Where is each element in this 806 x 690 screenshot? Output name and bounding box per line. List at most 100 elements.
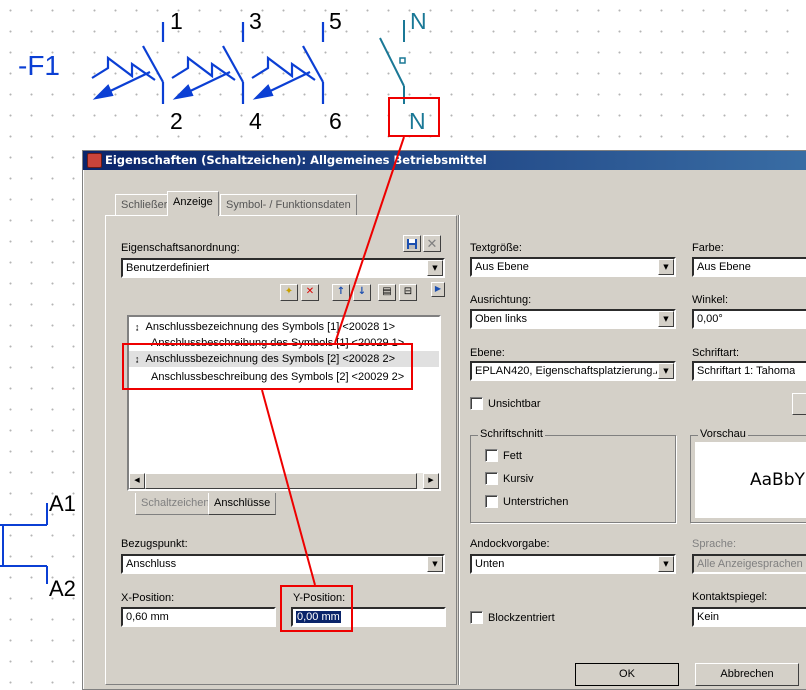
italic-label: Kursiv	[503, 473, 534, 485]
chevron-down-icon[interactable]: ▼	[658, 556, 674, 572]
chevron-down-icon[interactable]: ▼	[427, 556, 443, 572]
horizontal-scrollbar[interactable]: ◀ ▶	[129, 473, 439, 489]
chevron-down-icon[interactable]: ▼	[658, 311, 674, 327]
delete-entry-button[interactable]: ✕	[301, 284, 319, 301]
terminal-label-5: 5	[329, 8, 342, 34]
color-select[interactable]: Aus Ebene	[692, 257, 806, 277]
coil-symbol	[0, 503, 48, 584]
breaker-pole-3	[251, 22, 325, 104]
terminal-label-6: 6	[329, 108, 342, 134]
italic-checkbox[interactable]	[485, 472, 498, 485]
subtab-anschluesse[interactable]: Anschlüsse	[208, 493, 277, 515]
new-icon: ✦	[284, 286, 294, 297]
arrangement-label: Eigenschaftsanordnung:	[121, 242, 240, 254]
textsize-label: Textgröße:	[470, 242, 522, 254]
chevron-down-icon[interactable]: ▼	[658, 259, 674, 275]
triangle-right-icon: ▶	[434, 284, 442, 293]
list-item[interactable]: Anschlussbeschreibung des Symbols [1] <2…	[151, 337, 404, 349]
group-button[interactable]: ▤	[378, 284, 396, 301]
refpoint-label: Bezugspunkt:	[121, 538, 188, 550]
xpos-input[interactable]: 0,60 mm	[121, 607, 276, 627]
preview-group-title: Vorschau	[698, 428, 748, 440]
blockcenter-checkbox[interactable]	[470, 611, 483, 624]
new-entry-button[interactable]: ✦	[280, 284, 298, 301]
invisible-checkbox[interactable]	[470, 397, 483, 410]
scroll-left-button[interactable]: ◀	[129, 473, 145, 489]
tab-anzeige[interactable]: Anzeige	[167, 191, 219, 216]
bold-checkbox[interactable]	[485, 449, 498, 462]
subtab-schaltzeichen[interactable]: Schaltzeichen	[135, 493, 216, 515]
dock-label: Andockvorgabe:	[470, 538, 550, 550]
underline-checkbox[interactable]	[485, 495, 498, 508]
neutral-label-bottom[interactable]: N	[409, 110, 426, 133]
layer-label: Ebene:	[470, 347, 505, 359]
tab-schliesser[interactable]: Schließer	[115, 194, 174, 216]
mirror-select[interactable]: Kein	[692, 607, 806, 627]
expand-button[interactable]: ▶	[431, 282, 445, 297]
scroll-thumb[interactable]	[145, 473, 417, 489]
list-item[interactable]: ↨ Anschlussbezeichnung des Symbols [1] <2…	[135, 321, 395, 333]
textsize-select[interactable]: Aus Ebene ▼	[470, 257, 676, 277]
fontstyle-group-title: Schriftschnitt	[478, 428, 545, 440]
blockcenter-label: Blockzentriert	[488, 612, 555, 624]
angle-select[interactable]: 0,00°	[692, 309, 806, 329]
terminal-label-2: 2	[170, 108, 183, 134]
dock-select[interactable]: Unten ▼	[470, 554, 676, 574]
breaker-pole-1	[91, 22, 165, 104]
refpoint-select[interactable]: Anschluss ▼	[121, 554, 445, 574]
close-icon: ✕	[426, 236, 438, 251]
alignment-label: Ausrichtung:	[470, 294, 532, 306]
properties-dialog: Eigenschaften (Schaltzeichen): Allgemein…	[82, 150, 806, 690]
list-item-selected[interactable]: ↨ Anschlussbezeichnung des Symbols [2] <2…	[129, 351, 439, 367]
preview-box: AaBbY	[695, 442, 806, 518]
property-list[interactable]: ↨ Anschlussbezeichnung des Symbols [1] <2…	[127, 315, 441, 491]
terminal-label-3: 3	[249, 8, 262, 34]
move-down-button[interactable]: ↓	[353, 284, 371, 301]
arrangement-select[interactable]: Benutzerdefiniert ▼	[121, 258, 445, 278]
sort-down-icon: ↨	[135, 354, 140, 364]
chevron-down-icon[interactable]: ▼	[658, 363, 674, 379]
font-more-button[interactable]	[792, 393, 806, 415]
eplan-app-icon	[87, 153, 102, 168]
language-label: Sprache:	[692, 538, 737, 550]
terminal-label-4: 4	[249, 108, 262, 134]
list-item[interactable]: Anschlussbeschreibung des Symbols [2] <2…	[151, 371, 404, 383]
device-tag: -F1	[18, 50, 60, 81]
breaker-pole-2	[171, 22, 245, 104]
font-select[interactable]: Schriftart 1: Tahoma	[692, 361, 806, 381]
arrow-up-icon: ↑	[336, 286, 346, 297]
fontstyle-group	[470, 435, 676, 523]
arrow-down-icon: ↓	[357, 286, 367, 297]
neutral-label-top: N	[410, 8, 427, 34]
color-label: Farbe:	[692, 242, 724, 254]
alignment-select[interactable]: Oben links ▼	[470, 309, 676, 329]
coil-label-a1: A1	[49, 491, 76, 516]
panel-separator	[458, 215, 460, 685]
chevron-down-icon[interactable]: ▼	[427, 260, 443, 276]
move-up-button[interactable]: ↑	[332, 284, 350, 301]
ypos-input[interactable]: 0,00 mm	[291, 607, 446, 627]
sort-up-icon: ↨	[135, 322, 140, 332]
layer-select[interactable]: EPLAN420, Eigenschaftsplatzierung.Ar ▼	[470, 361, 676, 381]
xpos-label: X-Position:	[121, 592, 175, 604]
ypos-label: Y-Position:	[293, 592, 346, 604]
ok-button[interactable]: OK	[575, 663, 679, 686]
delete-icon: ✕	[305, 286, 315, 297]
group-icon: ▤	[382, 286, 392, 297]
invisible-label: Unsichtbar	[488, 398, 541, 410]
font-label: Schriftart:	[692, 347, 740, 359]
delete-arrangement-button[interactable]: ✕	[423, 235, 441, 252]
language-select[interactable]: Alle Anzeigesprachen (	[692, 554, 806, 574]
dialog-title: Eigenschaften (Schaltzeichen): Allgemein…	[105, 153, 487, 167]
neutral-contact	[379, 20, 406, 104]
dialog-titlebar[interactable]: Eigenschaften (Schaltzeichen): Allgemein…	[83, 151, 806, 170]
mirror-label: Kontaktspiegel:	[692, 591, 768, 603]
tab-symbol-funktionsdaten[interactable]: Symbol- / Funktionsdaten	[220, 194, 357, 216]
bold-label: Fett	[503, 450, 522, 462]
save-arrangement-button[interactable]	[403, 235, 421, 252]
cancel-button[interactable]: Abbrechen	[695, 663, 799, 686]
scroll-right-button[interactable]: ▶	[423, 473, 439, 489]
underline-label: Unterstrichen	[503, 496, 569, 508]
preview-text: AaBbY	[750, 470, 805, 490]
ungroup-button[interactable]: ⊟	[399, 284, 417, 301]
